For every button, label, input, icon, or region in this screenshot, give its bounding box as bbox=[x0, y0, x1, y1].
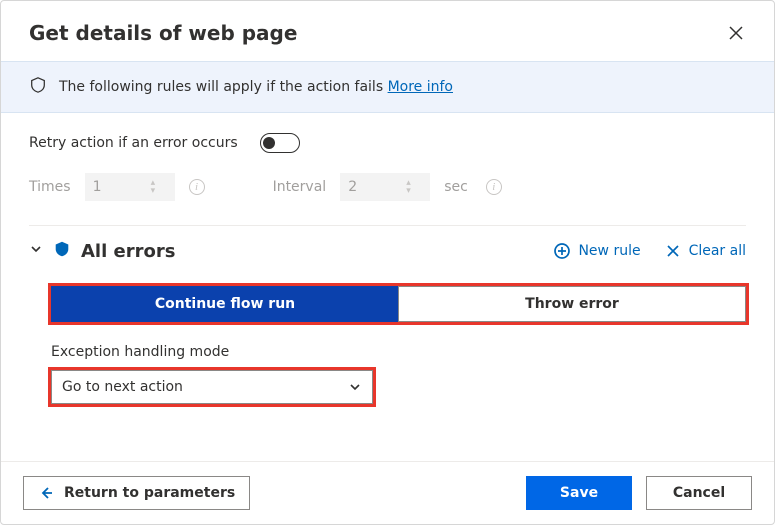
interval-label: Interval bbox=[273, 179, 327, 195]
errors-header-right: New rule Clear all bbox=[554, 243, 746, 259]
clear-all-label: Clear all bbox=[689, 243, 746, 259]
shield-filled-icon bbox=[53, 240, 71, 262]
return-button[interactable]: Return to parameters bbox=[23, 476, 250, 510]
errors-header: All errors New rule Clear all bbox=[29, 240, 746, 262]
shield-icon bbox=[29, 76, 47, 98]
interval-spinner[interactable]: ▴▾ bbox=[406, 179, 422, 195]
info-message: The following rules will apply if the ac… bbox=[59, 79, 383, 95]
info-text: The following rules will apply if the ac… bbox=[59, 79, 453, 95]
toggle-knob bbox=[263, 137, 275, 149]
sec-label: sec bbox=[444, 179, 468, 195]
footer-left: Return to parameters bbox=[23, 476, 250, 510]
dialog-title: Get details of web page bbox=[29, 21, 297, 45]
dialog-header: Get details of web page bbox=[1, 1, 774, 61]
return-label: Return to parameters bbox=[64, 485, 235, 501]
dialog-body: Retry action if an error occurs Times 1 … bbox=[1, 113, 774, 461]
info-bar: The following rules will apply if the ac… bbox=[1, 61, 774, 113]
clear-all-button[interactable]: Clear all bbox=[665, 243, 746, 259]
times-input[interactable]: 1 ▴▾ bbox=[85, 173, 175, 201]
interval-value: 2 bbox=[348, 179, 406, 195]
errors-title: All errors bbox=[81, 241, 175, 262]
mode-label: Exception handling mode bbox=[51, 344, 746, 360]
new-rule-button[interactable]: New rule bbox=[554, 243, 640, 259]
times-label: Times bbox=[29, 179, 71, 195]
tab-continue-flow[interactable]: Continue flow run bbox=[51, 286, 398, 322]
tab-throw-error[interactable]: Throw error bbox=[398, 286, 746, 322]
mode-value: Go to next action bbox=[62, 379, 183, 395]
retry-row: Retry action if an error occurs bbox=[29, 133, 746, 153]
info-icon[interactable]: i bbox=[486, 179, 502, 195]
dialog: Get details of web page The following ru… bbox=[0, 0, 775, 525]
times-spinner[interactable]: ▴▾ bbox=[151, 179, 167, 195]
footer-right: Save Cancel bbox=[526, 476, 752, 510]
mode-select[interactable]: Go to next action bbox=[51, 370, 373, 404]
errors-header-left: All errors bbox=[29, 240, 175, 262]
arrow-left-icon bbox=[38, 485, 54, 501]
errors-section: All errors New rule Clear all Continue f… bbox=[29, 225, 746, 404]
cancel-button[interactable]: Cancel bbox=[646, 476, 752, 510]
save-button[interactable]: Save bbox=[526, 476, 632, 510]
interval-input[interactable]: 2 ▴▾ bbox=[340, 173, 430, 201]
more-info-link[interactable]: More info bbox=[388, 79, 453, 95]
close-icon bbox=[729, 26, 743, 40]
retry-toggle[interactable] bbox=[260, 133, 300, 153]
info-icon[interactable]: i bbox=[189, 179, 205, 195]
retry-fields: Times 1 ▴▾ i Interval 2 ▴▾ sec i bbox=[29, 173, 746, 201]
retry-label: Retry action if an error occurs bbox=[29, 135, 238, 151]
times-value: 1 bbox=[93, 179, 151, 195]
dialog-footer: Return to parameters Save Cancel bbox=[1, 461, 774, 524]
new-rule-label: New rule bbox=[578, 243, 640, 259]
flow-mode-tabs: Continue flow run Throw error bbox=[51, 286, 746, 322]
mode-select-highlight: Go to next action bbox=[51, 370, 373, 404]
chevron-down-icon bbox=[348, 380, 362, 394]
x-icon bbox=[665, 243, 681, 259]
close-button[interactable] bbox=[722, 19, 750, 47]
chevron-down-icon[interactable] bbox=[29, 242, 43, 260]
plus-circle-icon bbox=[554, 243, 570, 259]
